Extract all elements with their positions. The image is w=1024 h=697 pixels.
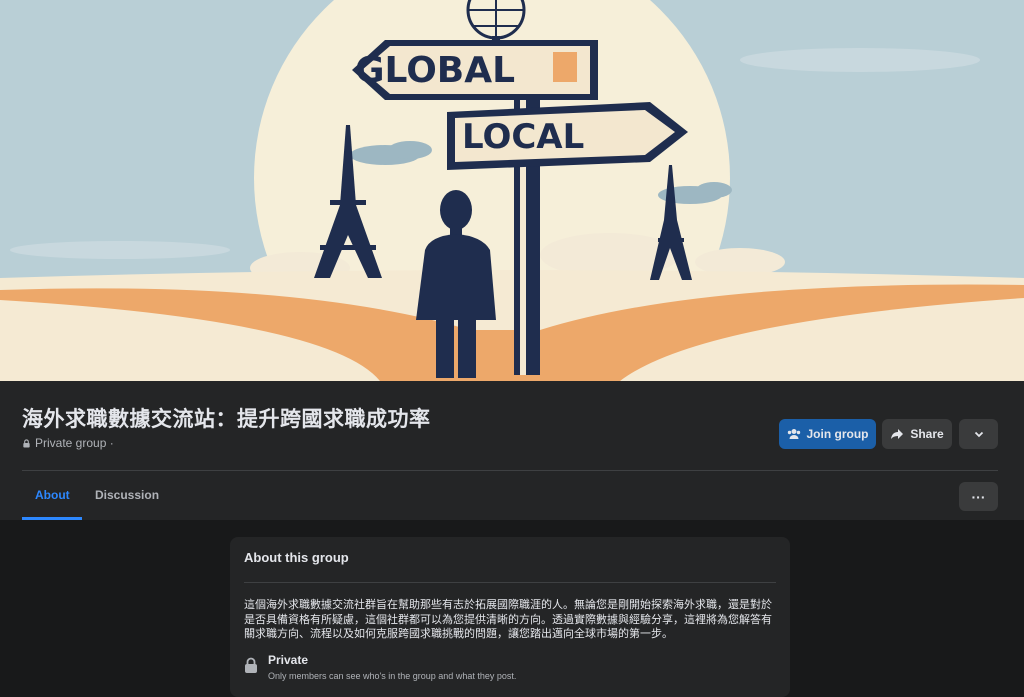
header-divider <box>22 470 998 471</box>
about-card: About this group 這個海外求職數據交流社群旨在幫助那些有志於拓展… <box>230 537 790 697</box>
about-description: 這個海外求職數據交流社群旨在幫助那些有志於拓展國際職涯的人。無論您是剛開始探索海… <box>244 598 772 640</box>
global-sign-text: GLOBAL <box>355 50 515 91</box>
privacy-info: Private Only members can see who's in th… <box>244 653 516 681</box>
privacy-description: Only members can see who's in the group … <box>268 671 517 681</box>
tab-about[interactable]: About <box>35 488 70 502</box>
lock-icon <box>245 657 257 673</box>
share-button[interactable]: Share <box>882 419 952 449</box>
local-sign-text: LOCAL <box>462 117 584 157</box>
join-group-label: Join group <box>806 427 869 441</box>
group-cover-photo[interactable]: GLOBAL LOCAL <box>0 0 1024 381</box>
join-group-button[interactable]: Join group <box>779 419 876 449</box>
tab-more-button[interactable]: ··· <box>959 482 998 511</box>
privacy-label: Private <box>268 653 309 667</box>
lock-icon <box>23 438 30 448</box>
about-title: About this group <box>244 550 349 565</box>
share-arrow-icon <box>891 429 904 439</box>
group-title: 海外求職數據交流站：提升跨國求職成功率 <box>22 407 431 431</box>
chevron-down-icon <box>974 431 983 437</box>
people-icon <box>787 429 800 439</box>
group-privacy: Private group · <box>22 436 114 450</box>
privacy-text: Private group · <box>35 436 114 450</box>
tab-discussion[interactable]: Discussion <box>95 488 159 502</box>
active-tab-indicator <box>22 517 82 520</box>
cover-illustration: GLOBAL LOCAL <box>0 0 1024 381</box>
more-options-button[interactable] <box>959 419 998 449</box>
share-label: Share <box>910 427 944 441</box>
card-divider <box>244 582 776 583</box>
